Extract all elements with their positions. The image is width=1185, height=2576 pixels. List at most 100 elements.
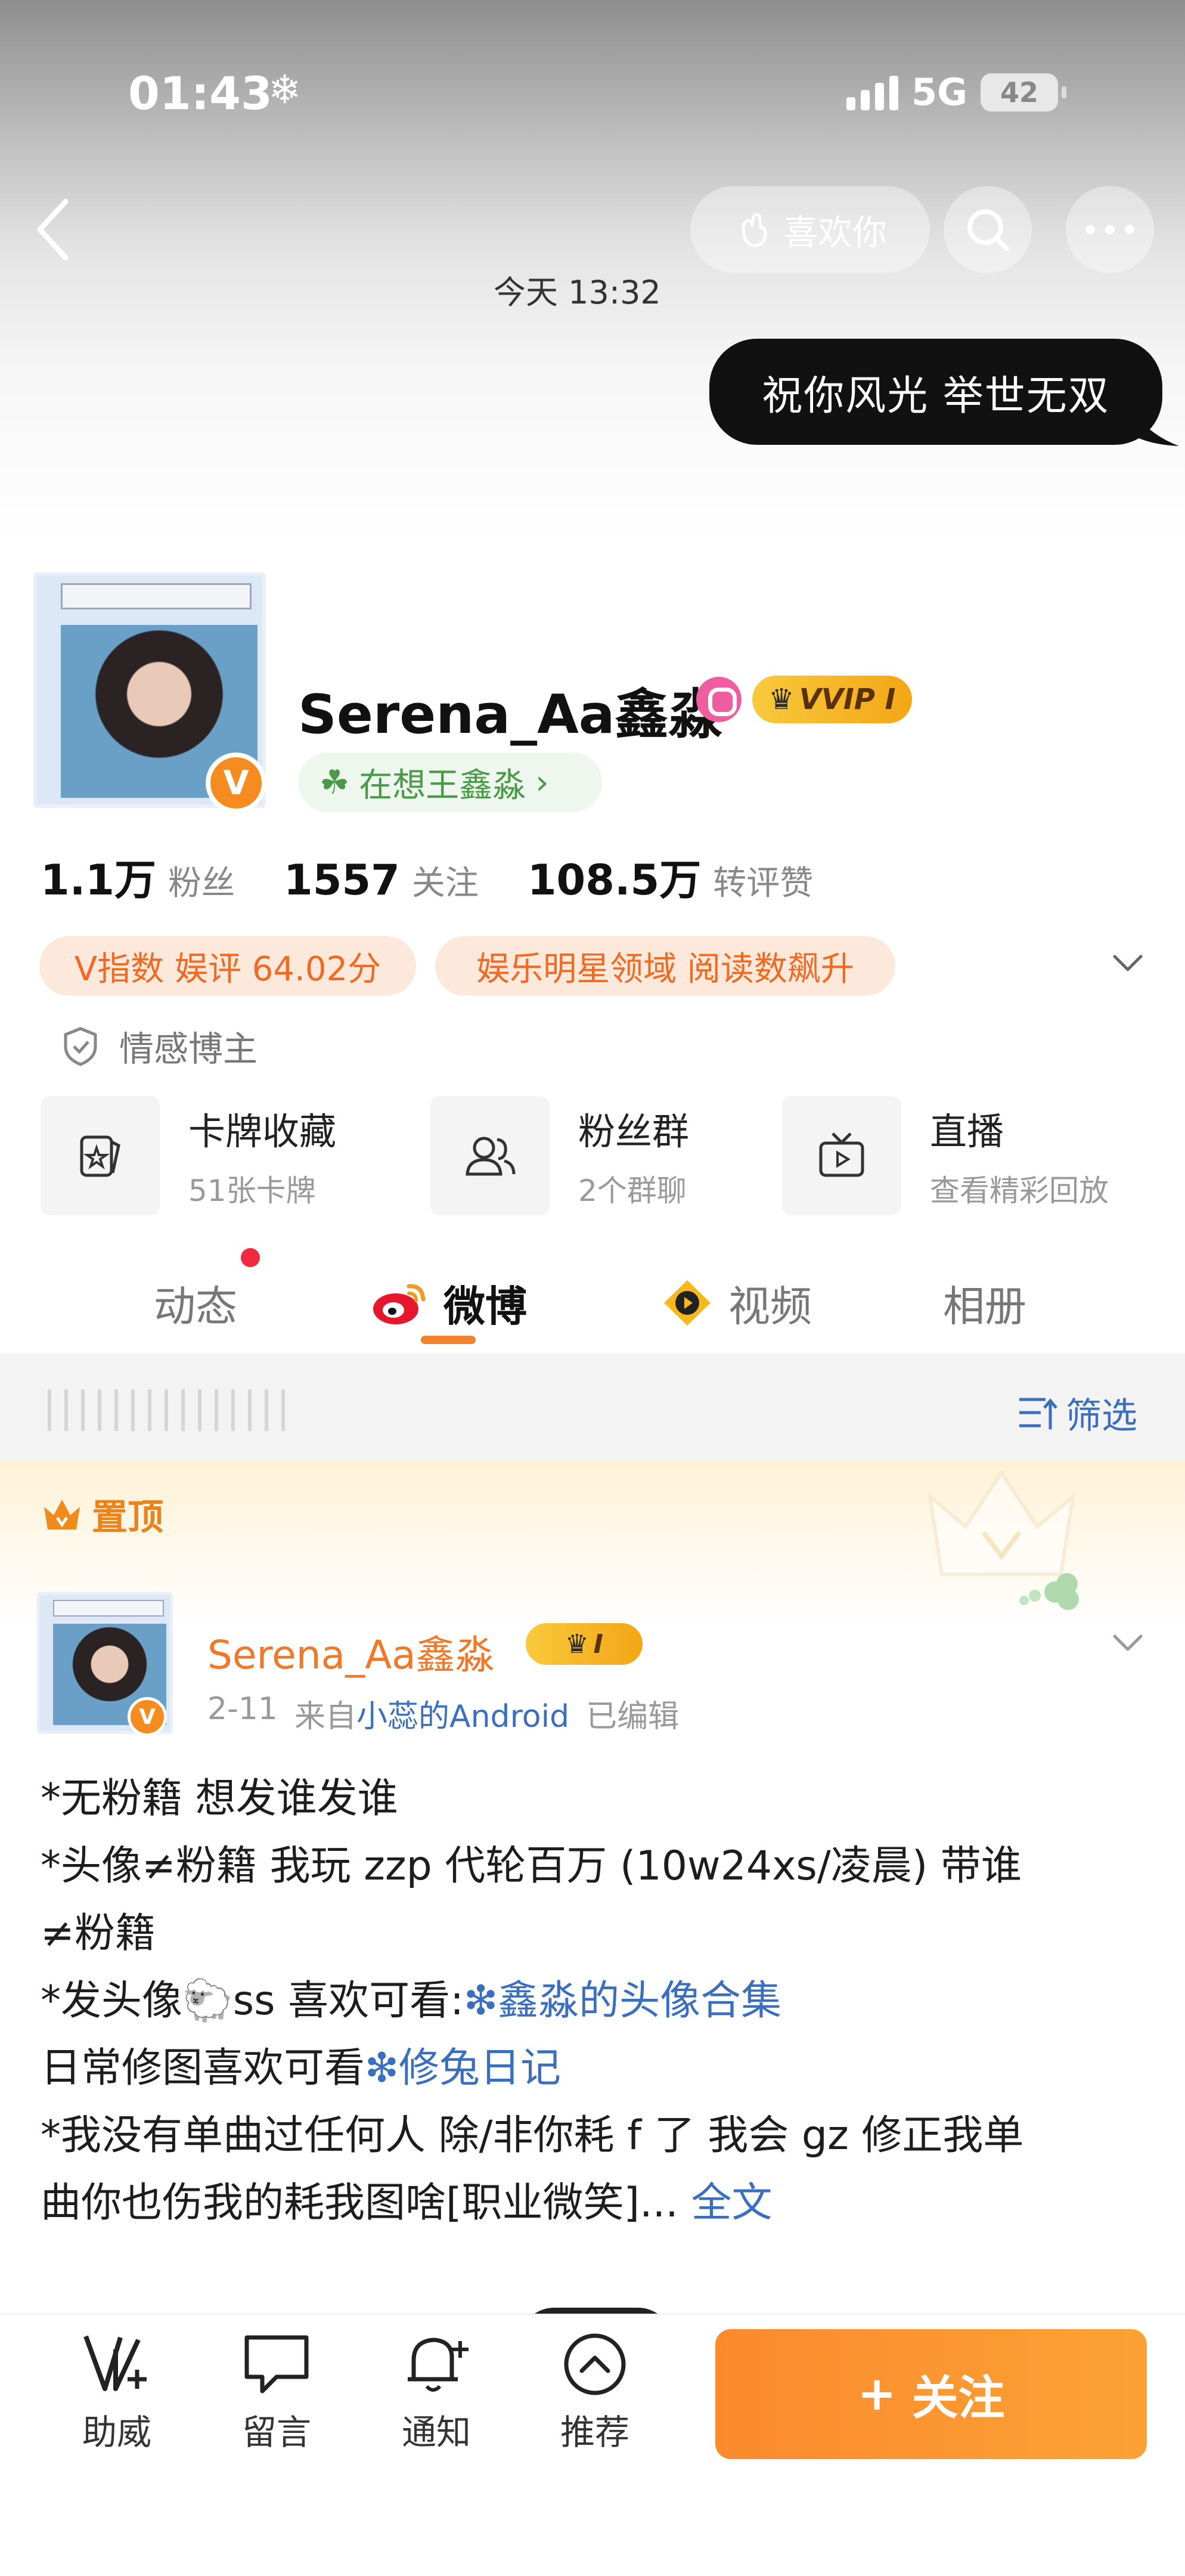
message-timestamp: 今天 13:32 [494, 274, 661, 311]
tab-activity-label: 动态 [154, 1281, 237, 1331]
vvip-badge[interactable]: ♛ VVIP I [752, 676, 912, 723]
message-bubble[interactable]: 祝你风光 举世无双 [709, 339, 1162, 445]
post-text: 曲你也伤我的耗我图啥[职业微笑]... [41, 2179, 691, 2227]
followers-count[interactable]: 1.1万 [41, 847, 156, 907]
filter-icon [1019, 1398, 1057, 1429]
post-edited: 已编辑 [586, 1699, 680, 1735]
category-row: 情感博主 [60, 1021, 258, 1071]
post-text: 日常修图喜欢可看 [41, 2045, 365, 2092]
diary-link[interactable]: 修兔日记 [399, 2045, 561, 2092]
chevron-right-icon: › [535, 763, 549, 802]
battery-level: 42 [1000, 76, 1039, 109]
chat-icon [244, 2335, 309, 2394]
tab-album[interactable]: 相册 [943, 1258, 1026, 1348]
notify-button[interactable]: 通知 [377, 2332, 496, 2454]
card-icon [41, 1096, 160, 1215]
signal-icon [846, 75, 898, 110]
hand-icon [742, 212, 767, 247]
shield-icon [64, 1027, 97, 1066]
interactions-count[interactable]: 108.5万 [528, 847, 701, 907]
notification-dot [241, 1248, 260, 1267]
post-vip-badge[interactable]: ♛ I [526, 1623, 643, 1665]
profile-name: Serena_Aa鑫淼 [298, 683, 722, 746]
cheer-label: 助威 [82, 2412, 151, 2453]
status-indicators: 5G 42 [846, 70, 1067, 114]
following-label[interactable]: 关注 [412, 856, 479, 905]
pinned-label-row: 置顶 [41, 1488, 163, 1540]
post-line: *头像≠粉籍 我玩 zzp 代轮百万 (10w24xs/凌晨) 带谁 [41, 1843, 1022, 1890]
post-source[interactable]: 小蕊的Android [356, 1699, 569, 1735]
network-type: 5G [911, 70, 968, 114]
post-body[interactable]: *无粉籍 想发谁发谁 *头像≠粉籍 我玩 zzp 代轮百万 (10w24xs/凌… [41, 1765, 1161, 2237]
live-title: 直播 [930, 1110, 1004, 1153]
status-pill[interactable]: ☘ 在想王鑫淼 › [298, 753, 602, 812]
domain-tag[interactable]: 娱乐明星领域 阅读数飙升 [435, 936, 895, 996]
following-count[interactable]: 1557 [284, 856, 400, 905]
post-text: *发头像 [41, 1977, 183, 2024]
tab-album-label: 相册 [943, 1281, 1026, 1331]
filter-label: 筛选 [1066, 1395, 1137, 1437]
group-icon [430, 1096, 550, 1215]
cheer-button[interactable]: 助威 [57, 2332, 176, 2454]
weibo-logo-icon [373, 1284, 426, 1324]
post-text: ss 喜欢可看: [232, 1977, 464, 2024]
full-text-link[interactable]: 全文 [691, 2179, 773, 2227]
avatar-collection-link[interactable]: 鑫淼的头像合集 [498, 1977, 781, 2024]
clover-icon: ☘ [319, 763, 350, 802]
v-plus-icon [83, 2335, 147, 2391]
quick-link-fan-group[interactable]: 粉丝群 2个群聊 [430, 1096, 689, 1215]
post-author-name[interactable]: Serena_Aa鑫淼 [207, 1623, 495, 1680]
live-subtitle: 查看精彩回放 [930, 1174, 1109, 1208]
follow-button[interactable]: + 关注 [715, 2329, 1147, 2459]
tab-video[interactable]: 视频 [660, 1258, 812, 1348]
blurred-text [48, 1389, 298, 1431]
fan-group-title: 粉丝群 [578, 1110, 690, 1153]
post-source-prefix: 来自 [294, 1699, 357, 1735]
post-line: ≠粉籍 [41, 1910, 156, 1957]
post-line: *发头像🐑ss 喜欢可看:❇鑫淼的头像合集 [41, 1967, 1161, 2035]
search-icon [967, 209, 1009, 251]
more-button[interactable] [1066, 186, 1154, 273]
snowflake-icon: ❄ [268, 67, 302, 113]
post-menu-chevron-icon[interactable] [1109, 1628, 1147, 1658]
follow-label: 关注 [911, 2371, 1005, 2425]
interactions-label[interactable]: 转评赞 [713, 856, 813, 905]
pink-badge-icon[interactable] [696, 677, 742, 722]
tab-weibo[interactable]: 微博 [370, 1258, 527, 1348]
post-verified-badge: V [128, 1697, 167, 1736]
notify-label: 通知 [401, 2412, 471, 2453]
recommend-label: 推荐 [560, 2412, 629, 2453]
tab-weibo-label: 微博 [443, 1281, 527, 1331]
post-date: 2-11 [207, 1691, 278, 1727]
v-index-tag[interactable]: V指数 娱评 64.02分 [39, 936, 416, 996]
profile-tabs: 动态 微博 视频 相册 [0, 1258, 1185, 1348]
post-meta: 2-11 来自小蕊的Android 已编辑 [207, 1691, 679, 1736]
battery-icon: 42 [981, 73, 1067, 112]
verified-v-badge: V [206, 753, 266, 813]
followers-label[interactable]: 粉丝 [168, 856, 235, 905]
quick-link-live[interactable]: 直播 查看精彩回放 [782, 1096, 1109, 1215]
bubble-tail [1133, 411, 1179, 446]
tab-activity[interactable]: 动态 [154, 1258, 237, 1348]
cards-subtitle: 51张卡牌 [188, 1174, 316, 1208]
like-you-button[interactable]: 喜欢你 [690, 186, 930, 273]
more-dots-icon [1085, 225, 1134, 234]
back-arrow-icon[interactable] [33, 197, 75, 262]
post-vip-level: I [593, 1628, 603, 1659]
link-icon: ❇ [464, 1977, 498, 2024]
pinned-label: 置顶 [92, 1497, 163, 1538]
chevron-down-icon[interactable] [1109, 948, 1147, 978]
vvip-label: VVIP I [799, 683, 896, 716]
quick-link-cards[interactable]: 卡牌收藏 51张卡牌 [41, 1096, 336, 1215]
recommend-button[interactable]: 推荐 [535, 2332, 654, 2454]
post-line: *我没有单曲过任何人 除/非你耗 f 了 我会 gz 修正我单 [41, 2112, 1024, 2159]
video-icon [664, 1280, 711, 1326]
filter-button[interactable]: 筛选 [1017, 1387, 1137, 1439]
category-label: 情感博主 [119, 1029, 258, 1069]
post-line: 日常修图喜欢可看❇修兔日记 [41, 2035, 1161, 2102]
avatar-frame-bar [61, 583, 252, 609]
message-button[interactable]: 留言 [217, 2332, 336, 2454]
search-button[interactable] [944, 186, 1032, 273]
cards-title: 卡牌收藏 [188, 1110, 337, 1153]
crown-icon [44, 1499, 80, 1530]
